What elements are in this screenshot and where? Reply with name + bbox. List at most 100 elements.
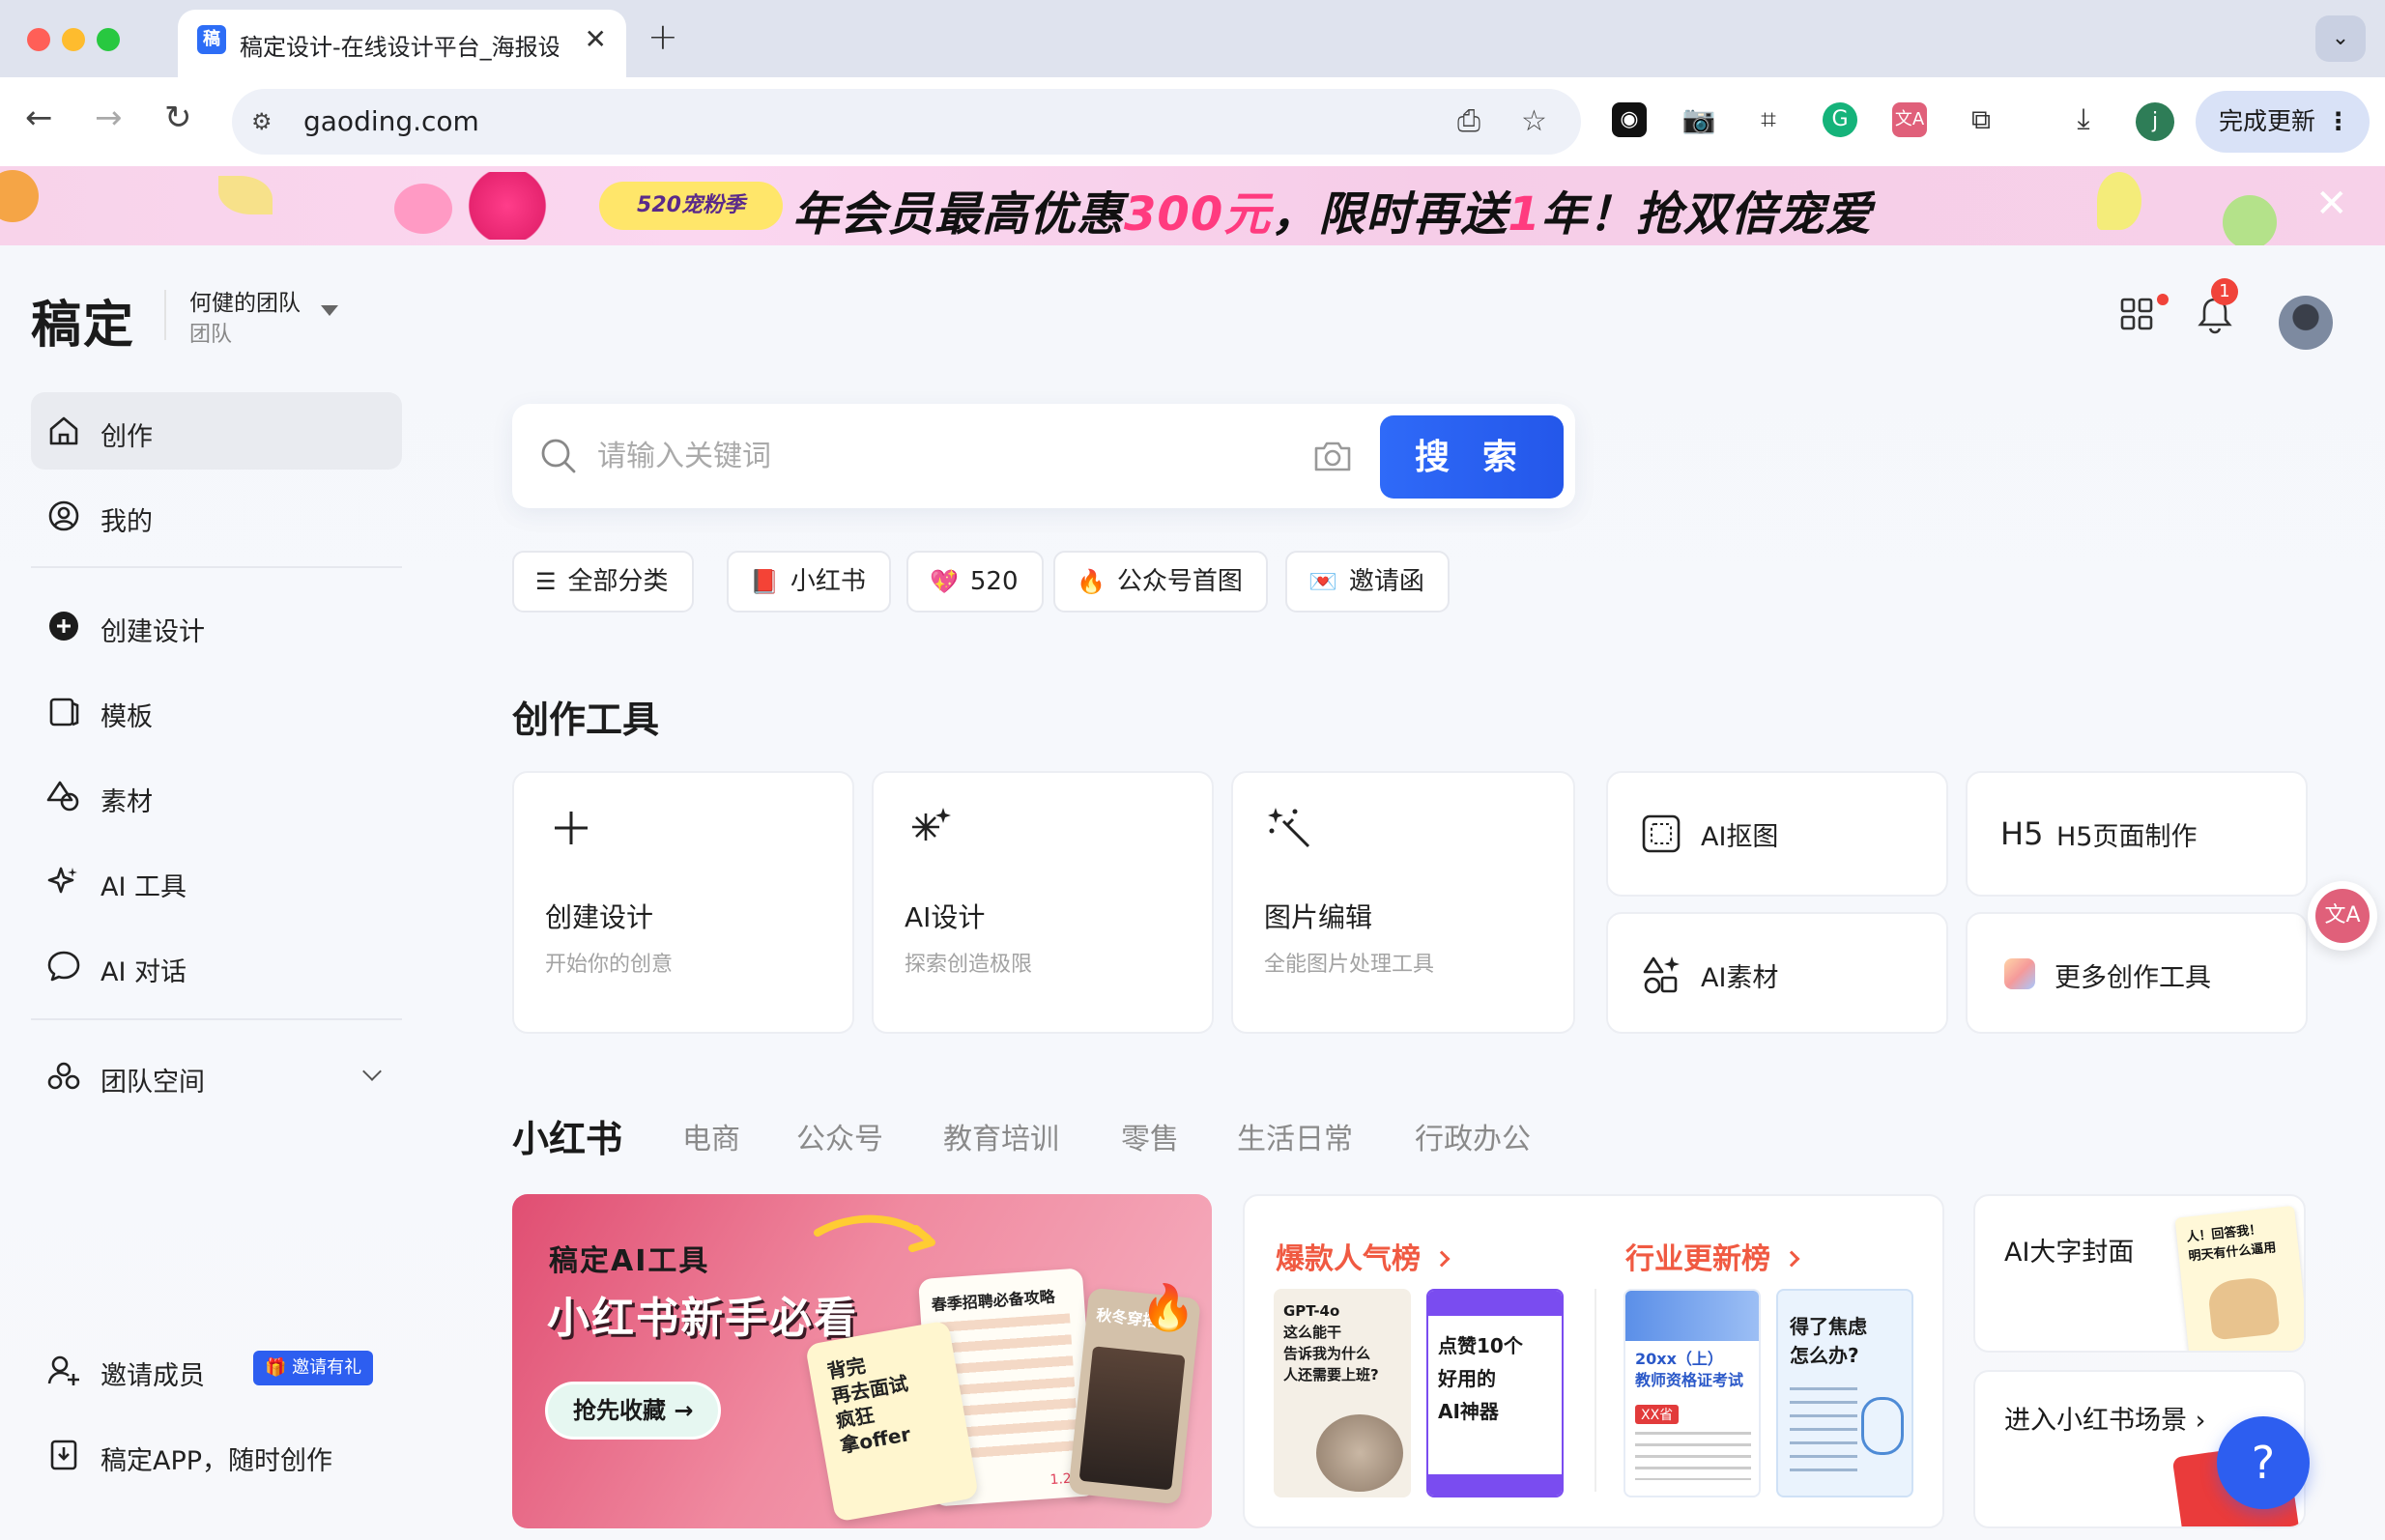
- promo-banner[interactable]: 520宠粉季 年会员最高优惠300元，限时再送1年！抢双倍宠爱 ✕: [0, 166, 2385, 245]
- install-app-icon[interactable]: ⎙: [1457, 104, 1480, 138]
- site-info-icon[interactable]: ⚙: [251, 108, 273, 135]
- xiaohongshu-guide-banner[interactable]: 稿定AI工具 小红书新手必看 抢先收藏 → 春季招聘必备攻略 1.2万 背完 再…: [512, 1194, 1212, 1528]
- tool-card-more-tools[interactable]: 更多创作工具: [1966, 912, 2308, 1034]
- close-window-button[interactable]: [27, 28, 50, 51]
- reload-button[interactable]: ↻: [164, 99, 192, 137]
- chip-invitation[interactable]: 💌 邀请函: [1285, 551, 1450, 613]
- sidebar-item-materials[interactable]: 素材: [31, 757, 402, 835]
- sidebar-item-create[interactable]: 创作: [31, 392, 402, 470]
- tool-card-title: 创建设计: [545, 901, 654, 933]
- chevron-right-icon: [1783, 1250, 1800, 1268]
- search-button[interactable]: 搜 索: [1380, 415, 1564, 499]
- ai-big-text-cover-card[interactable]: AI大字封面 人！回答我！ 明天有什么逼用: [1973, 1194, 2306, 1353]
- cover-preview-text: 人！回答我！ 明天有什么逼用: [2185, 1222, 2278, 1265]
- sidebar-item-label: 素材: [101, 787, 153, 817]
- tool-card-ai-design[interactable]: AI设计 探索创造极限: [872, 771, 1214, 1034]
- doodle-icon: [1861, 1397, 1904, 1455]
- promo-close-icon[interactable]: ✕: [2315, 182, 2348, 226]
- tab-search-button[interactable]: ⌄: [2315, 15, 2366, 62]
- industry-ranking-link[interactable]: 行业更新榜: [1625, 1235, 1800, 1277]
- app-label: 稿定APP，随时创作: [101, 1446, 333, 1476]
- cat-photo: [1316, 1414, 1403, 1492]
- team-switch-icon[interactable]: [321, 305, 338, 316]
- template-thumb-label: GPT-4o 这么能干 告诉我为什么 人还需要上班?: [1283, 1302, 1379, 1383]
- update-button[interactable]: 完成更新 ⋮: [2196, 91, 2370, 153]
- notification-count-badge: 1: [2211, 278, 2238, 305]
- sidebar-item-create-design[interactable]: 创建设计: [31, 587, 402, 665]
- category-tab-office[interactable]: 行政办公: [1415, 1115, 1531, 1157]
- category-tab-xiaohongshu[interactable]: 小红书: [512, 1109, 622, 1162]
- template-thumb-gpt[interactable]: GPT-4o 这么能干 告诉我为什么 人还需要上班?: [1274, 1289, 1411, 1497]
- category-tab-education[interactable]: 教育培训: [943, 1115, 1059, 1157]
- template-thumb-tag: XX省: [1635, 1405, 1680, 1424]
- chip-wechat-cover[interactable]: 🔥 公众号首图: [1053, 551, 1268, 613]
- bookmark-star-icon[interactable]: ☆: [1521, 104, 1547, 138]
- sidebar-item-team-space[interactable]: 团队空间: [31, 1038, 402, 1115]
- enter-scene-text: 进入小红书场景: [2004, 1406, 2187, 1436]
- invite-reward-tag[interactable]: 🎁 邀请有礼: [253, 1351, 374, 1385]
- popular-ranking-link[interactable]: 爆款人气榜: [1276, 1235, 1451, 1277]
- chevron-right-icon: [1433, 1250, 1451, 1268]
- template-thumb-anxiety[interactable]: 得了焦虑 怎么办?: [1776, 1289, 1913, 1497]
- sidebar-item-templates[interactable]: 模板: [31, 672, 402, 750]
- sidebar-item-label: 我的: [101, 507, 153, 537]
- sidebar-item-mine[interactable]: 我的: [31, 477, 402, 555]
- extension-grammarly-icon[interactable]: G: [1823, 102, 1857, 137]
- chip-all-categories[interactable]: ☰ 全部分类: [512, 551, 694, 613]
- thumb-header-bar: [1428, 1291, 1562, 1316]
- gaoding-logo[interactable]: 稿定: [31, 284, 135, 356]
- address-bar[interactable]: ⚙ gaoding.com ⎙ ☆: [232, 89, 1581, 155]
- zoom-window-button[interactable]: [97, 28, 120, 51]
- floating-translate-button[interactable]: 文A: [2308, 881, 2377, 951]
- back-button[interactable]: ←: [25, 99, 53, 137]
- browser-tab[interactable]: 稿 稿定设计-在线设计平台_海报设 ✕: [178, 10, 626, 77]
- extension-crop-icon[interactable]: ⌗: [1751, 102, 1786, 137]
- popular-ranking-label: 爆款人气榜: [1276, 1242, 1421, 1276]
- thumb-body-lines: [1635, 1432, 1751, 1480]
- tool-card-ai-materials[interactable]: AI素材: [1606, 912, 1948, 1034]
- thumb-footer-bar: [1428, 1474, 1562, 1496]
- chip-xiaohongshu[interactable]: 📕 小红书: [727, 551, 891, 613]
- sidebar-item-label: 创作: [101, 422, 153, 452]
- template-thumb-ai-tools[interactable]: 点赞10个 好用的 AI神器: [1426, 1289, 1564, 1497]
- forward-button[interactable]: →: [95, 99, 123, 137]
- apps-grid-icon[interactable]: [2120, 298, 2153, 334]
- ai-big-text-cover-label: AI大字封面: [2004, 1238, 2135, 1268]
- minimize-window-button[interactable]: [62, 28, 85, 51]
- downloads-icon[interactable]: ⤓: [2066, 102, 2101, 137]
- sidebar-item-ai-tools[interactable]: AI 工具: [31, 842, 402, 920]
- tab-close-icon[interactable]: ✕: [585, 23, 607, 55]
- extensions-puzzle-icon[interactable]: ⧉: [1964, 102, 1998, 137]
- new-tab-button[interactable]: +: [647, 15, 678, 58]
- chip-label: 520: [969, 567, 1019, 596]
- tool-card-h5[interactable]: H5 H5页面制作: [1966, 771, 2308, 897]
- camera-search-icon[interactable]: [1312, 439, 1353, 473]
- tool-card-image-edit[interactable]: 图片编辑 全能图片处理工具: [1231, 771, 1575, 1034]
- extension-translate-icon[interactable]: 文A: [1892, 102, 1927, 137]
- hero-kicker: 稿定AI工具: [549, 1244, 710, 1278]
- team-name[interactable]: 何健的团队: [189, 284, 301, 317]
- sidebar-item-label: 创建设计: [101, 617, 205, 647]
- profile-avatar[interactable]: j: [2136, 102, 2174, 141]
- category-tab-wechat[interactable]: 公众号: [796, 1115, 883, 1157]
- search-input[interactable]: [597, 433, 1225, 479]
- hero-save-button[interactable]: 抢先收藏 →: [545, 1382, 722, 1440]
- template-thumb-teacher-exam[interactable]: 20xx（上） 教师资格证考试 XX省: [1624, 1289, 1761, 1497]
- tool-card-ai-cutout[interactable]: AI抠图: [1606, 771, 1948, 897]
- template-thumb-label: 20xx（上） 教师资格证考试: [1635, 1350, 1744, 1389]
- menu-icon: ☰: [535, 568, 557, 595]
- invite-members[interactable]: 邀请成员 🎁 邀请有礼: [31, 1331, 402, 1409]
- user-avatar[interactable]: [2279, 296, 2333, 350]
- sidebar-item-ai-chat[interactable]: AI 对话: [31, 927, 402, 1005]
- chip-520[interactable]: 💖 520: [906, 551, 1044, 613]
- heart-icon: 💖: [930, 568, 959, 595]
- category-tab-ecommerce[interactable]: 电商: [682, 1115, 740, 1157]
- hero-title: 小红书新手必看: [547, 1294, 858, 1343]
- category-tab-daily-life[interactable]: 生活日常: [1237, 1115, 1353, 1157]
- tool-card-create-design[interactable]: 创建设计 开始你的创意: [512, 771, 854, 1034]
- download-app[interactable]: 稿定APP，随时创作: [31, 1416, 402, 1494]
- category-tab-retail[interactable]: 零售: [1121, 1115, 1179, 1157]
- extension-camera-icon[interactable]: 📷: [1681, 102, 1716, 137]
- help-button[interactable]: ?: [2217, 1416, 2310, 1509]
- extension-glasses-icon[interactable]: ◉: [1612, 102, 1647, 137]
